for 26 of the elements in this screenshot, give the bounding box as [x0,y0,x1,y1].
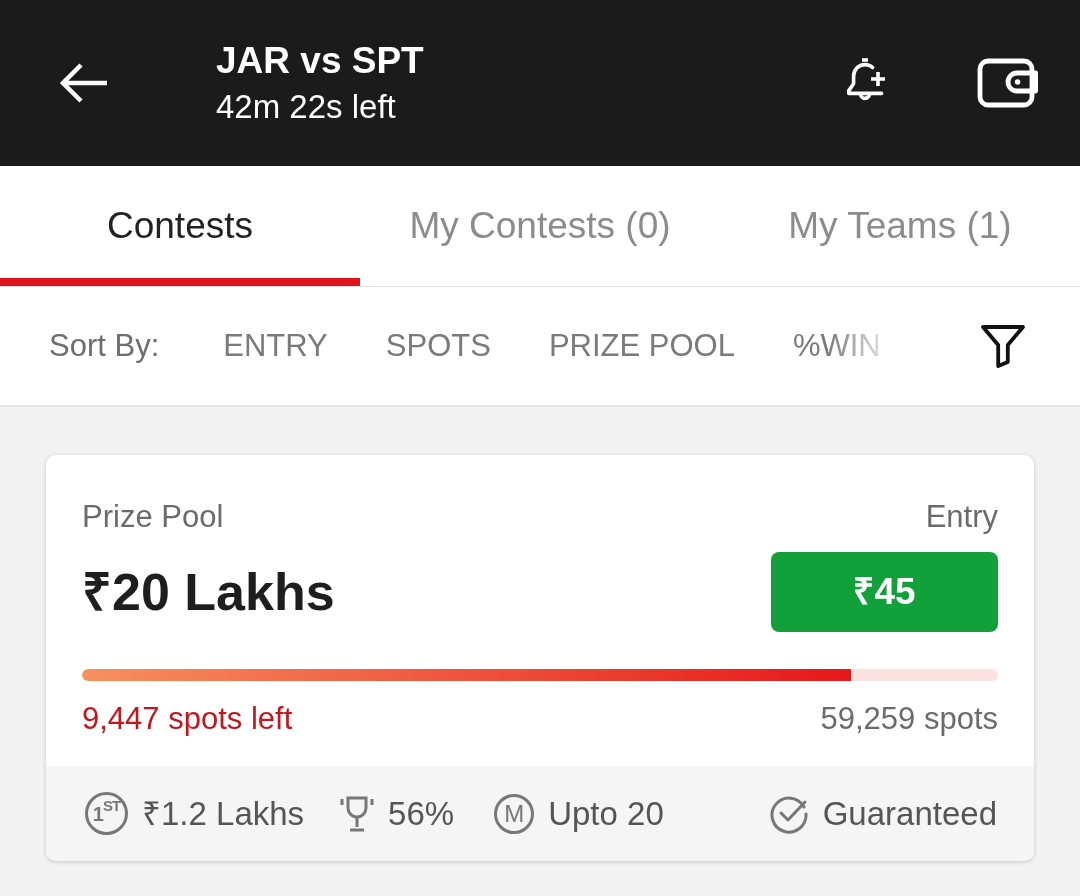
first-place-icon: 1$^{ST}$ [85,792,128,835]
entry-label: Entry [925,497,998,536]
entry-fee-button[interactable]: ₹45 [771,552,998,632]
tab[interactable]: My Contests (0) [360,166,720,286]
feature-text: ₹1.2 Lakhs [142,793,305,834]
filter-icon [980,324,1026,368]
feature-text: 56% [388,793,455,834]
trophy-icon [340,794,375,833]
spots-left-text: 9,447 spots left [82,699,293,738]
prize-pool-label: Prize Pool [82,497,224,536]
tab[interactable]: My Teams (1) [720,166,1080,286]
contest-card[interactable]: Prize Pool Entry ₹20 Lakhs ₹45 9,447 spots left 59,259 spots 1$^{ST}$ ₹1.2 Lakhs 56% M Upto 20 Guaranteed [46,455,1034,861]
wallet-icon [977,58,1039,108]
time-left-text: 42m 22s left [216,87,397,127]
back-arrow-icon [59,62,109,104]
sort-option[interactable]: %WIN [792,322,881,370]
sort-by-label: Sort By: [49,326,160,365]
match-title: JAR vs SPT [216,39,424,83]
feature-text: Guaranteed [822,793,997,834]
total-spots-text: 59,259 spots [820,699,998,738]
feature-text: Upto 20 [548,793,664,834]
letter-m-icon: M [494,793,535,834]
sort-option[interactable]: SPOTS [385,322,491,370]
prize-amount: ₹20 Lakhs [82,562,335,623]
sort-option[interactable]: PRIZE POOL [548,322,735,370]
sort-option[interactable]: ENTRY [223,322,328,370]
